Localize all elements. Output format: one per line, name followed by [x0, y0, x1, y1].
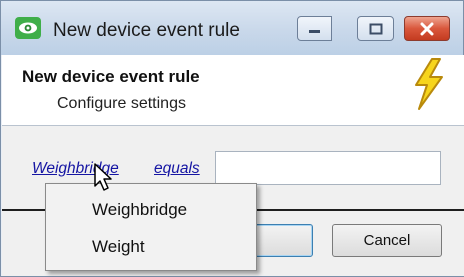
maximize-icon [369, 23, 382, 34]
operator-link[interactable]: equals [154, 160, 200, 178]
menu-item-label: Weighbridge [92, 200, 188, 219]
header-subtitle: Configure settings [57, 95, 186, 112]
menu-item-weighbridge[interactable]: Weighbridge [46, 192, 256, 228]
header-title: New device event rule [22, 67, 200, 86]
minimize-button[interactable] [297, 16, 332, 41]
maximize-button[interactable] [357, 16, 394, 41]
mouse-cursor-icon [94, 163, 112, 191]
dialog-header: New device event rule Configure settings [2, 55, 464, 126]
close-icon [420, 22, 434, 35]
menu-item-weight[interactable]: Weight [46, 229, 256, 265]
window-title: New device event rule [53, 20, 240, 41]
app-eye-icon [15, 17, 41, 39]
field-dropdown-menu: Weighbridge Weight [45, 183, 257, 271]
lightning-bolt-icon [415, 58, 443, 110]
close-button[interactable] [404, 16, 450, 41]
title-bar[interactable]: New device event rule [1, 1, 463, 55]
menu-item-label: Weight [92, 237, 145, 256]
value-input[interactable] [215, 151, 441, 185]
cancel-button[interactable]: Cancel [332, 224, 442, 257]
minimize-icon [308, 29, 320, 33]
